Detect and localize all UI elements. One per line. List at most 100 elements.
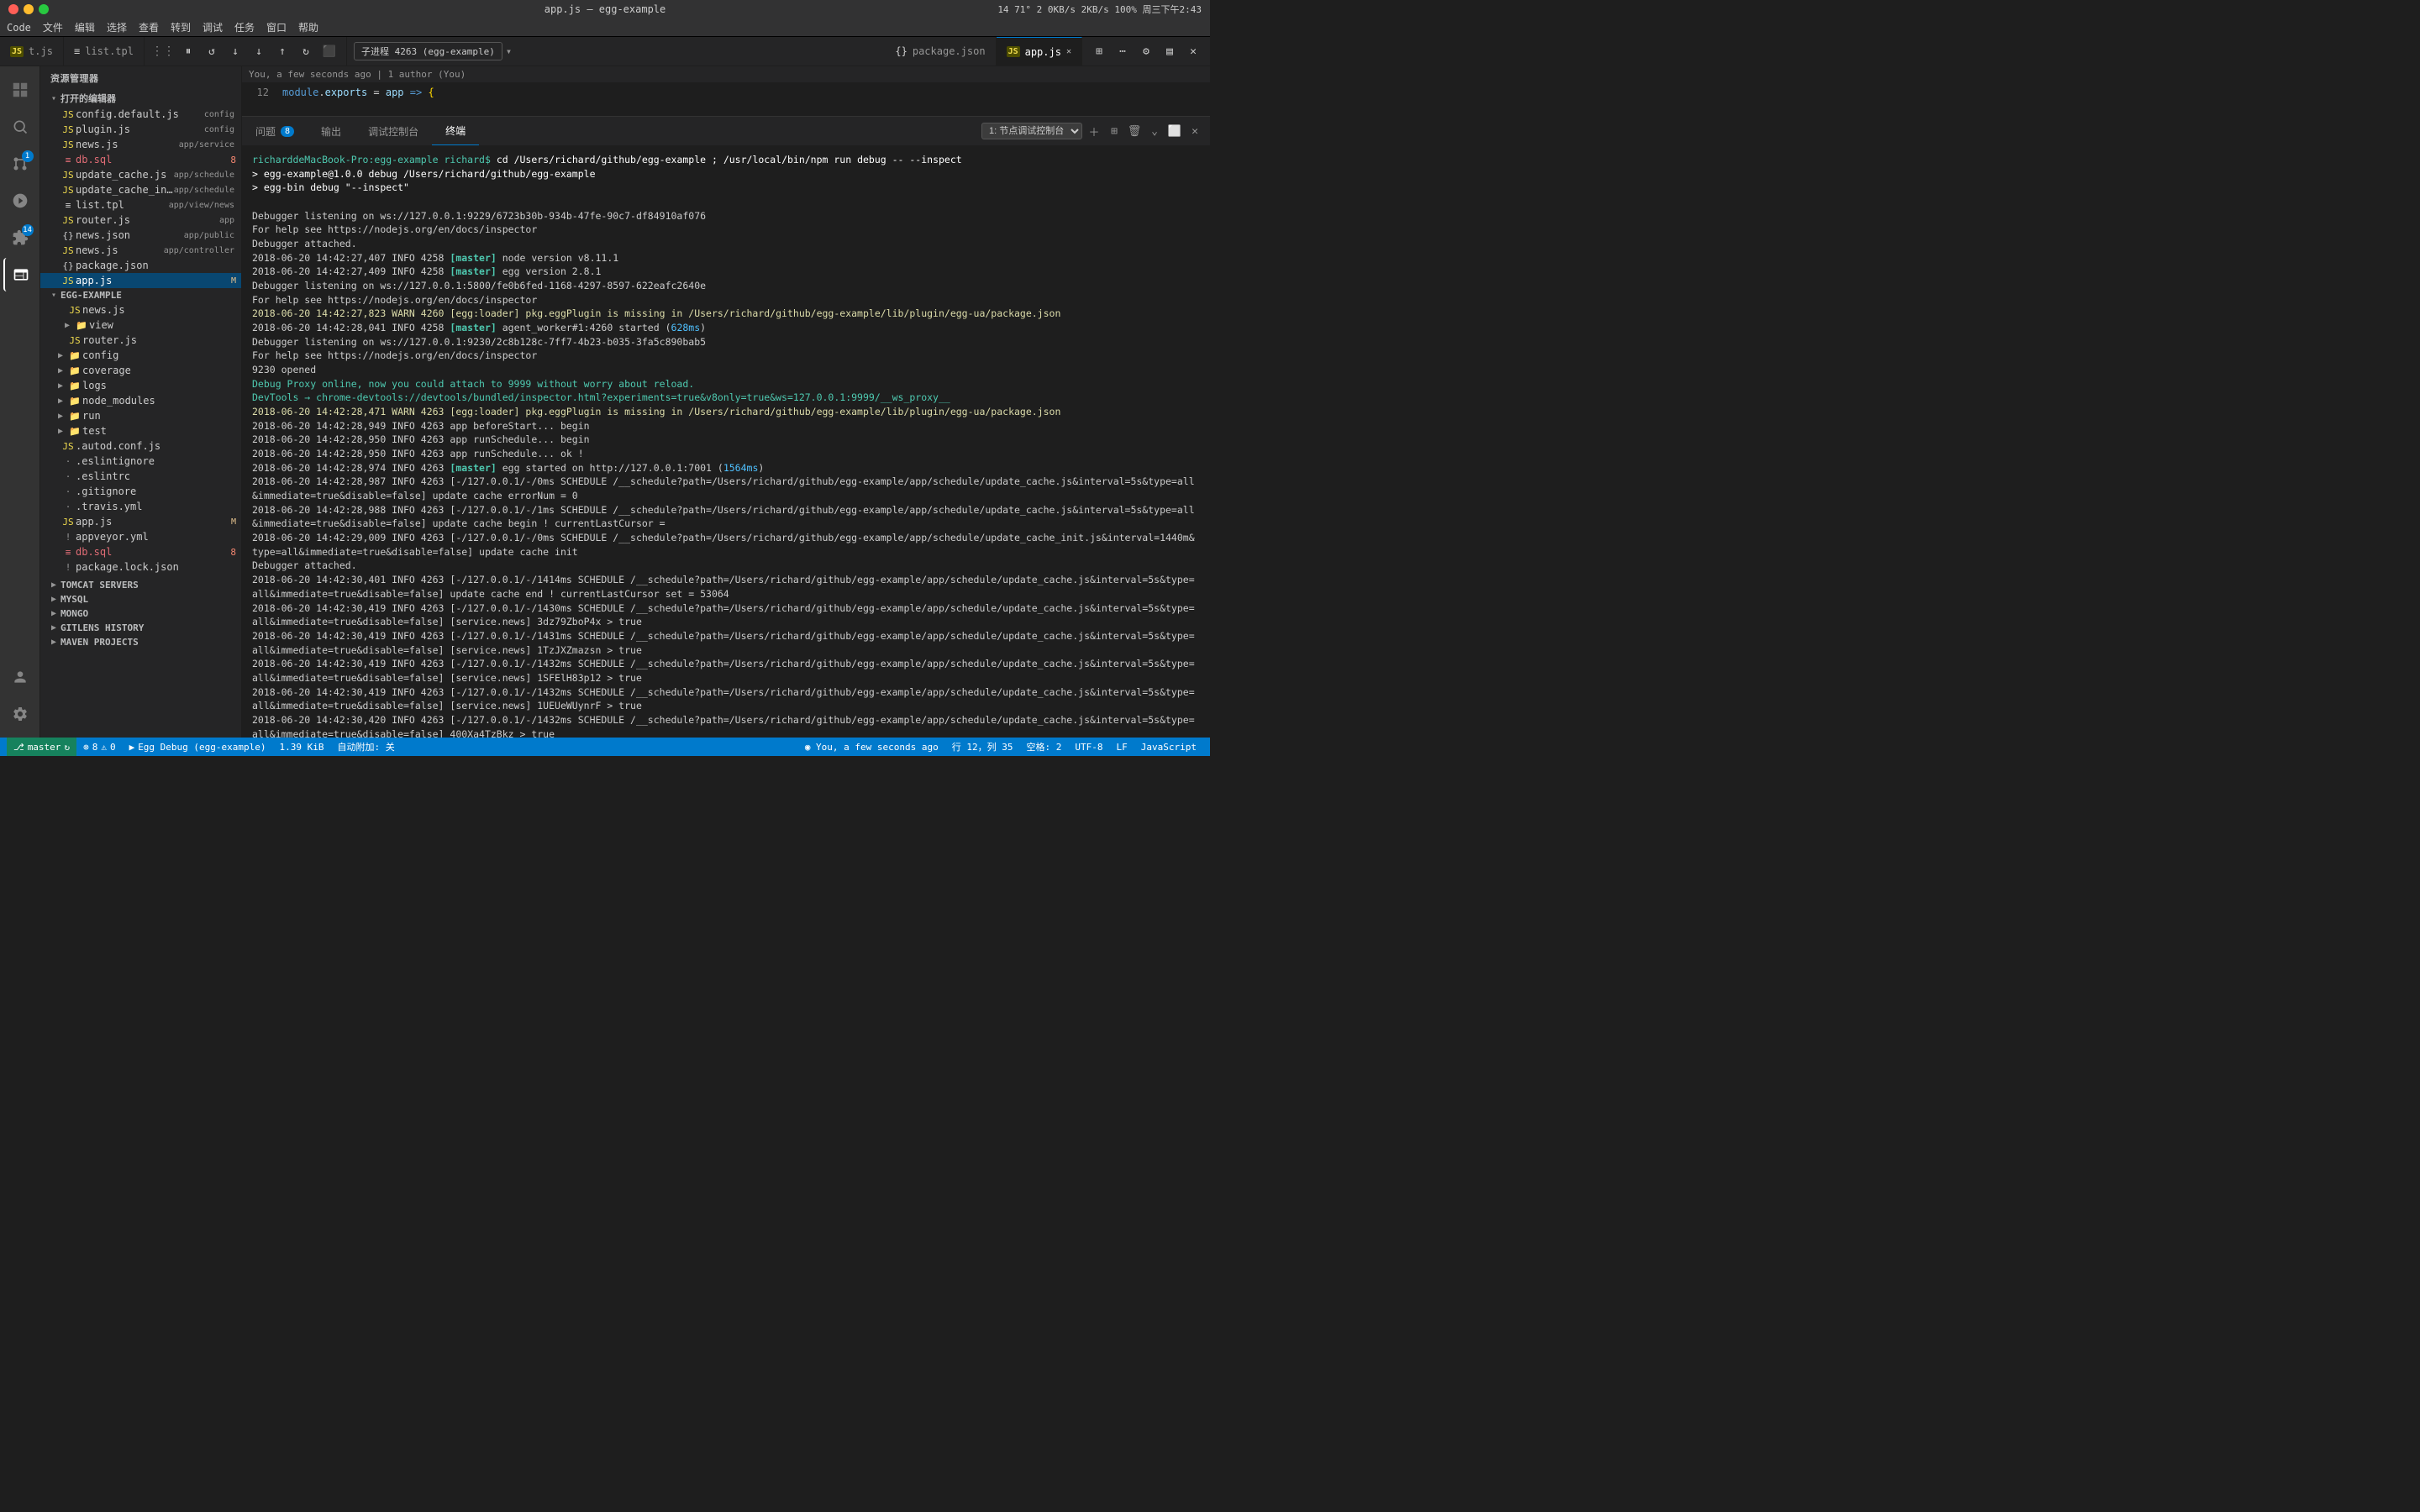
list-item[interactable]: ≡ db.sql 8	[40, 544, 241, 559]
more-button[interactable]: ⋯	[1113, 41, 1133, 61]
list-item[interactable]: ! appveyor.yml	[40, 529, 241, 544]
settings-button[interactable]: ⚙	[1136, 41, 1156, 61]
pause-button[interactable]: ⏸	[178, 41, 198, 61]
git-branch-status[interactable]: ⎇ master ↻	[7, 738, 76, 756]
maximize-button[interactable]	[39, 4, 49, 14]
autosave-status[interactable]: 自动附加: 关	[331, 738, 402, 756]
cursor-position[interactable]: 行 12，列 35	[945, 740, 1020, 753]
new-terminal-button[interactable]: ＋	[1086, 123, 1102, 139]
list-item[interactable]: JS news.js app/controller	[40, 243, 241, 258]
list-item[interactable]: JS router.js	[40, 333, 241, 348]
step-out-button[interactable]: ↑	[272, 41, 292, 61]
list-item[interactable]: {} news.json app/public	[40, 228, 241, 243]
split-terminal-button[interactable]: ⊞	[1106, 123, 1123, 139]
list-item[interactable]: ▶ 📁 config	[40, 348, 241, 363]
step-into-button[interactable]: ↓	[249, 41, 269, 61]
split-editor-button[interactable]: ⊞	[1089, 41, 1109, 61]
project-header[interactable]: ▾ EGG-EXAMPLE	[40, 288, 241, 302]
list-item[interactable]: ≡ list.tpl app/view/news	[40, 197, 241, 213]
close-button[interactable]	[8, 4, 18, 14]
menu-task[interactable]: 任务	[234, 20, 255, 34]
list-item[interactable]: ▶ 📁 node_modules	[40, 393, 241, 408]
tab-tjs[interactable]: JS t.js	[0, 37, 64, 66]
menu-edit[interactable]: 编辑	[75, 20, 95, 34]
indentation-status[interactable]: 空格: 2	[1020, 740, 1069, 753]
list-item[interactable]: · .travis.yml	[40, 499, 241, 514]
mongo-header[interactable]: ▶ MONGO	[40, 606, 241, 621]
menu-code[interactable]: Code	[7, 22, 31, 34]
menu-window[interactable]: 窗口	[266, 20, 287, 34]
language-status[interactable]: JavaScript	[1134, 742, 1203, 753]
menu-goto[interactable]: 转到	[171, 20, 191, 34]
chevron-down-icon[interactable]: ⌄	[1146, 123, 1163, 139]
close-panel-button[interactable]: ✕	[1183, 41, 1203, 61]
tab-close-button[interactable]: ✕	[1066, 47, 1071, 56]
process-dropdown-icon[interactable]: ▾	[506, 45, 512, 57]
list-item[interactable]: JS app.js M	[40, 514, 241, 529]
blame-status[interactable]: ◉ You, a few seconds ago	[798, 742, 945, 753]
maven-header[interactable]: ▶ MAVEN PROJECTS	[40, 635, 241, 649]
list-item[interactable]: {} package.json	[40, 258, 241, 273]
layout-button[interactable]: ▤	[1160, 41, 1180, 61]
activity-extensions[interactable]: 14	[3, 221, 37, 255]
activity-search[interactable]	[3, 110, 37, 144]
coverage-folder[interactable]: ▶ 📁 coverage	[40, 363, 241, 378]
menu-file[interactable]: 文件	[43, 20, 63, 34]
debug-status[interactable]: ▶ Egg Debug (egg-example)	[123, 738, 273, 756]
step-over-button[interactable]: ↓	[225, 41, 245, 61]
tomcat-servers-header[interactable]: ▶ TOMCAT SERVERS	[40, 578, 241, 592]
list-item[interactable]: ≡ db.sql 8	[40, 152, 241, 167]
refresh-button[interactable]: ↺	[202, 41, 222, 61]
activity-accounts[interactable]	[3, 660, 37, 694]
list-item[interactable]: JS app.js M	[40, 273, 241, 288]
tab-listtpl[interactable]: ≡ list.tpl	[64, 37, 145, 66]
tab-terminal[interactable]: 终端	[432, 117, 479, 145]
list-item[interactable]: JS update_cache.js app/schedule	[40, 167, 241, 182]
terminal[interactable]: richarddeMacBook-Pro:egg-example richard…	[242, 146, 1210, 738]
maximize-panel-button[interactable]: ⬜	[1166, 123, 1183, 139]
list-item[interactable]: · .eslintrc	[40, 469, 241, 484]
activity-remote[interactable]	[3, 258, 37, 291]
list-item[interactable]: JS router.js app	[40, 213, 241, 228]
list-item[interactable]: JS config.default.js config	[40, 107, 241, 122]
tab-appjs[interactable]: JS app.js ✕	[997, 37, 1082, 66]
gitlens-header[interactable]: ▶ GITLENS HISTORY	[40, 621, 241, 635]
stop-button[interactable]: ⬛	[319, 41, 339, 61]
code-editor[interactable]: 12 module.exports = app => {	[242, 83, 1210, 117]
list-item[interactable]: JS .autod.conf.js	[40, 438, 241, 454]
restart-button[interactable]: ↻	[296, 41, 316, 61]
list-item[interactable]: ! package.lock.json	[40, 559, 241, 575]
process-selector[interactable]: 子进程 4263 (egg-example)	[354, 42, 502, 60]
list-item[interactable]: · .eslintignore	[40, 454, 241, 469]
minimize-button[interactable]	[24, 4, 34, 14]
menu-help[interactable]: 帮助	[298, 20, 318, 34]
menu-debug[interactable]: 调试	[203, 20, 223, 34]
list-item[interactable]: ▶ 📁 view	[40, 318, 241, 333]
list-item[interactable]: ▶ 📁 test	[40, 423, 241, 438]
list-item[interactable]: JS plugin.js config	[40, 122, 241, 137]
list-item[interactable]: · .gitignore	[40, 484, 241, 499]
activity-settings[interactable]	[3, 697, 37, 731]
terminal-selector[interactable]: 1: 节点调试控制台	[981, 123, 1082, 139]
error-count[interactable]: ⊗ 8 ⚠ 0	[76, 738, 123, 756]
line-ending-status[interactable]: LF	[1110, 742, 1134, 753]
mysql-header[interactable]: ▶ MYSQL	[40, 592, 241, 606]
encoding-status[interactable]: UTF-8	[1068, 742, 1109, 753]
tab-problems[interactable]: 问题 8	[242, 117, 308, 145]
activity-explorer[interactable]	[3, 73, 37, 107]
list-item[interactable]: JS news.js app/service	[40, 137, 241, 152]
tab-debug-console[interactable]: 调试控制台	[355, 117, 432, 145]
close-panel-button[interactable]: ✕	[1186, 123, 1203, 139]
window-controls[interactable]	[8, 4, 49, 14]
open-editors-header[interactable]: ▾ 打开的编辑器	[40, 90, 241, 107]
list-item[interactable]: ▶ 📁 logs	[40, 378, 241, 393]
activity-git[interactable]: 1	[3, 147, 37, 181]
list-item[interactable]: ▶ 📁 run	[40, 408, 241, 423]
tab-output[interactable]: 输出	[308, 117, 355, 145]
list-item[interactable]: JS news.js	[40, 302, 241, 318]
tab-packagejson[interactable]: {} package.json	[885, 37, 996, 66]
menu-select[interactable]: 选择	[107, 20, 127, 34]
trash-button[interactable]: 🗑	[1126, 123, 1143, 139]
list-item[interactable]: JS update_cache_init.js app/schedule	[40, 182, 241, 197]
menu-view[interactable]: 查看	[139, 20, 159, 34]
